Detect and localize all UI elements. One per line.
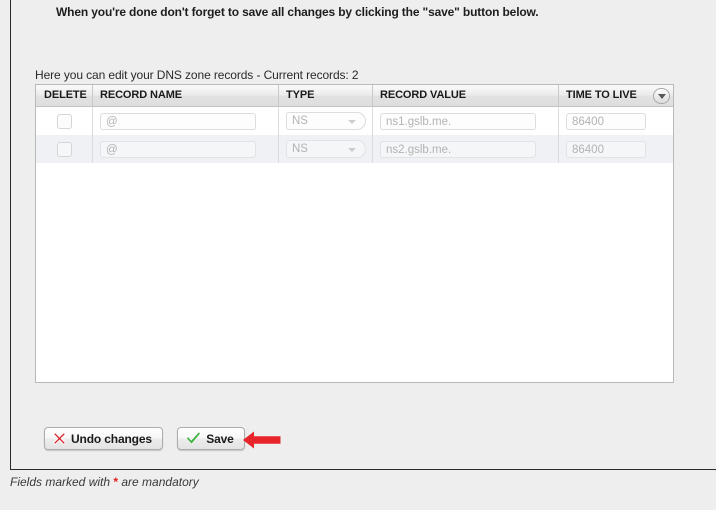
row-type-cell: NS <box>279 135 373 163</box>
undo-changes-label: Undo changes <box>71 431 152 446</box>
content-frame: When you're done don't forget to save al… <box>10 0 716 470</box>
record-type-value: NS <box>292 143 308 155</box>
row-name-cell: @ <box>93 107 279 135</box>
mandatory-fields-note: Fields marked with * are mandatory <box>10 475 199 489</box>
chevron-down-icon <box>348 120 356 124</box>
chevron-down-icon[interactable] <box>653 88 670 104</box>
chevron-down-icon <box>348 148 356 152</box>
green-check-icon <box>185 431 202 446</box>
record-name-input[interactable]: @ <box>100 112 256 130</box>
row-type-cell: NS <box>279 107 373 135</box>
record-value-input[interactable]: ns1.gslb.me. <box>380 112 536 130</box>
table-row: @ NS ns2.gslb.me. 86400 <box>36 135 673 163</box>
delete-checkbox[interactable] <box>57 113 72 129</box>
record-type-value: NS <box>292 115 308 127</box>
red-left-arrow-icon <box>243 431 281 452</box>
chevron-down-glyph <box>657 93 666 99</box>
save-label: Save <box>206 431 234 446</box>
mandatory-note-suffix: are mandatory <box>118 475 199 489</box>
grid-header-row: DELETE RECORD NAME TYPE RECORD VALUE TIM… <box>36 85 673 107</box>
record-ttl-input[interactable]: 86400 <box>566 140 646 158</box>
column-header-type[interactable]: TYPE <box>279 85 373 106</box>
record-type-select[interactable]: NS <box>286 140 366 158</box>
undo-changes-button[interactable]: Undo changes <box>44 427 163 450</box>
record-type-select[interactable]: NS <box>286 112 366 130</box>
column-header-record-value[interactable]: RECORD VALUE <box>373 85 559 106</box>
record-value-input[interactable]: ns2.gslb.me. <box>380 140 536 158</box>
row-delete-cell <box>36 135 93 163</box>
column-header-record-name[interactable]: RECORD NAME <box>93 85 279 106</box>
mandatory-note-prefix: Fields marked with <box>10 475 114 489</box>
row-ttl-cell: 86400 <box>559 135 672 163</box>
column-header-delete[interactable]: DELETE <box>36 85 93 106</box>
row-value-cell: ns1.gslb.me. <box>373 107 559 135</box>
red-x-icon <box>52 431 67 446</box>
record-ttl-input[interactable]: 86400 <box>566 112 646 130</box>
row-value-cell: ns2.gslb.me. <box>373 135 559 163</box>
grid-caption: Here you can edit your DNS zone records … <box>35 68 359 82</box>
instruction-text: When you're done don't forget to save al… <box>56 5 539 19</box>
action-button-bar: Undo changes Save <box>44 427 256 450</box>
record-name-input[interactable]: @ <box>100 140 256 158</box>
save-button[interactable]: Save <box>177 427 245 450</box>
row-name-cell: @ <box>93 135 279 163</box>
row-ttl-cell: 86400 <box>559 107 672 135</box>
dns-records-grid: DELETE RECORD NAME TYPE RECORD VALUE TIM… <box>35 84 674 383</box>
row-delete-cell <box>36 107 93 135</box>
table-row: @ NS ns1.gslb.me. 86400 <box>36 107 673 135</box>
delete-checkbox[interactable] <box>57 141 72 157</box>
